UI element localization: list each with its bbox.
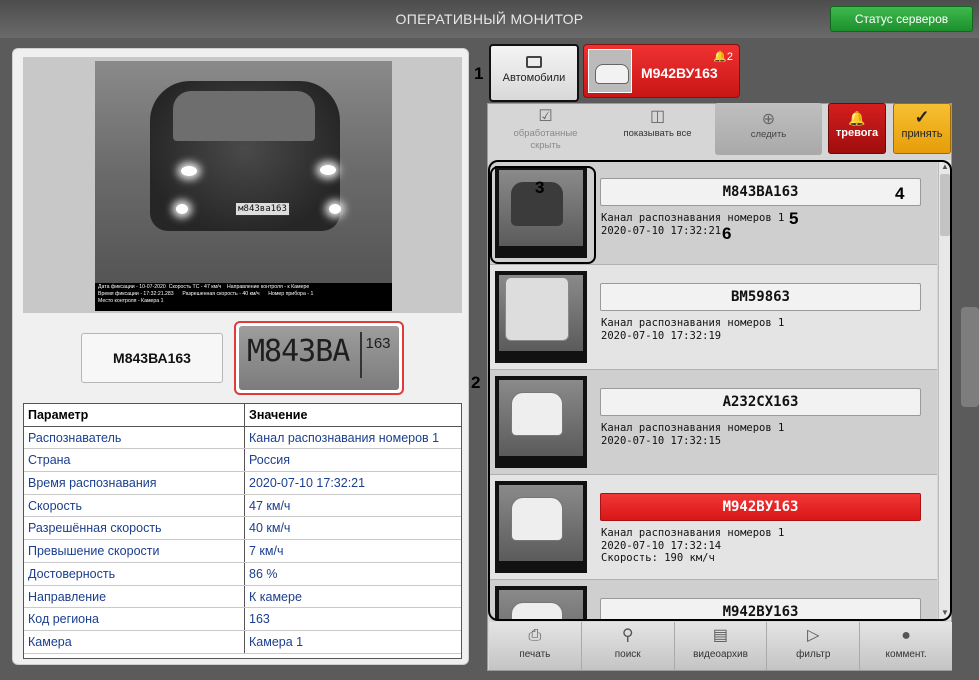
side-scroll-handle[interactable] (961, 307, 979, 407)
video-archive-button[interactable]: ▤ видеоархив (675, 622, 768, 670)
callout-number: 4 (895, 184, 905, 203)
param-name: Направление (24, 585, 245, 608)
show-all-button[interactable]: ◫ показывать все (620, 107, 695, 157)
column-header: Параметр (24, 404, 245, 426)
recognized-plate: М843ВА163 (81, 333, 223, 383)
param-name: Превышение скорости (24, 540, 245, 562)
table-row[interactable]: Направление К камере (24, 585, 461, 609)
table-row[interactable]: Время распознавания 2020-07-10 17:32:21 (24, 472, 461, 495)
film-icon: ▤ (712, 627, 729, 644)
param-name: Распознаватель (24, 426, 245, 449)
column-header: Значение (249, 408, 308, 422)
alarm-count-badge: 🔔2 (713, 51, 733, 63)
plate-crop-region: 163 (360, 332, 394, 378)
tab-automobiles-label: Автомобили (502, 72, 566, 84)
crosshair-icon: ⊕ (761, 111, 776, 128)
monitor-icon (526, 56, 542, 68)
alarm-tab-plate: М942ВУ163 (641, 65, 718, 81)
param-value: Канал распознавания номеров 1 (249, 430, 440, 445)
param-name: Страна (24, 449, 245, 472)
layout-icon: ◫ (649, 108, 666, 125)
filter-button[interactable]: ▷ фильтр (767, 622, 861, 670)
photo-caption: Дата фиксации - 10-07-2020 Скорость ТС -… (95, 283, 392, 311)
callout-number: 3 (535, 178, 545, 197)
table-row[interactable]: Превышение скорости 7 км/ч (24, 540, 461, 563)
param-value: К камере (249, 589, 302, 604)
plate-crop-number: М843ВА (247, 334, 350, 369)
comment-button[interactable]: ● коммент. (860, 622, 952, 670)
parameters-table: Параметр Значение Распознаватель Канал ра… (23, 403, 462, 659)
server-status-button[interactable]: Статус серверов (830, 6, 973, 32)
alarm-thumbnail (588, 49, 632, 93)
table-row[interactable]: Код региона 163 (24, 608, 461, 631)
print-button[interactable]: ⎙ печать (489, 622, 582, 670)
follow-button[interactable]: ⊕ следить (715, 103, 822, 155)
tab-automobiles[interactable]: Автомобили (489, 44, 579, 102)
param-value: 7 км/ч (249, 544, 284, 559)
plate-crop-image: М843ВА 163 (234, 321, 404, 395)
title-bar: ОПЕРАТИВНЫЙ МОНИТОР Статус серверов (0, 0, 979, 38)
alarm-button[interactable]: 🔔 тревога (828, 103, 886, 154)
callout-number: 2 (471, 373, 481, 392)
headlight (181, 166, 197, 176)
vehicle-photo: м843ва163 Дата фиксации - 10-07-2020 Ско… (95, 61, 392, 311)
bell-icon: 🔔 (713, 51, 727, 63)
table-row[interactable]: Достоверность 86 % (24, 562, 461, 586)
table-row[interactable]: Скорость 47 км/ч (24, 494, 461, 518)
callout-number: 5 (789, 209, 799, 228)
param-value: 40 км/ч (249, 521, 291, 536)
table-header: Параметр Значение (24, 404, 461, 427)
param-value: Россия (249, 453, 290, 468)
param-value: 163 (249, 612, 270, 627)
checkmark-icon: ✓ (914, 107, 930, 127)
param-name: Разрешённая скорость (24, 517, 245, 540)
photo-plate: м843ва163 (235, 202, 290, 216)
car-windshield (173, 91, 315, 141)
bottom-toolbar: ⎙ печать ⚲ поиск ▤ видеоархив ▷ фильтр ● комм… (489, 622, 952, 670)
param-value: 2020-07-10 17:32:21 (249, 476, 366, 491)
callout-number: 6 (722, 224, 732, 243)
search-icon: ⚲ (621, 627, 634, 644)
param-name: Скорость (24, 494, 245, 517)
table-row[interactable]: Разрешённая скорость 40 км/ч (24, 517, 461, 541)
param-value: 86 % (249, 566, 278, 581)
checklist-icon: ☑ (538, 108, 553, 125)
param-name: Достоверность (24, 562, 245, 585)
event-details-panel: м843ва163 Дата фиксации - 10-07-2020 Ско… (12, 48, 469, 665)
headlight (320, 165, 336, 175)
search-button[interactable]: ⚲ поиск (582, 622, 675, 670)
table-row[interactable]: Страна Россия (24, 449, 461, 473)
param-name: Время распознавания (24, 472, 245, 494)
table-row[interactable]: Камера Камера 1 (24, 630, 461, 654)
param-name: Код региона (24, 608, 245, 630)
tab-alarm-event[interactable]: М942ВУ163 🔔2 (583, 44, 740, 98)
hide-processed-button[interactable]: ☑ обработанные скрыть (508, 107, 583, 157)
accept-button[interactable]: ✓ принять (893, 103, 951, 154)
filter-icon: ▷ (807, 627, 820, 644)
alarm-bell-icon: 🔔 (848, 110, 866, 126)
callout-number: 1 (474, 64, 484, 83)
param-name: Камера (24, 630, 245, 653)
table-row[interactable]: Распознаватель Канал распознавания номеро… (24, 426, 461, 450)
param-value: 47 км/ч (249, 498, 291, 513)
param-value: Камера 1 (249, 634, 304, 649)
printer-icon: ⎙ (528, 627, 542, 644)
fog-light (329, 204, 341, 214)
speech-bubble-icon: ● (901, 627, 911, 644)
fog-light (176, 204, 188, 214)
